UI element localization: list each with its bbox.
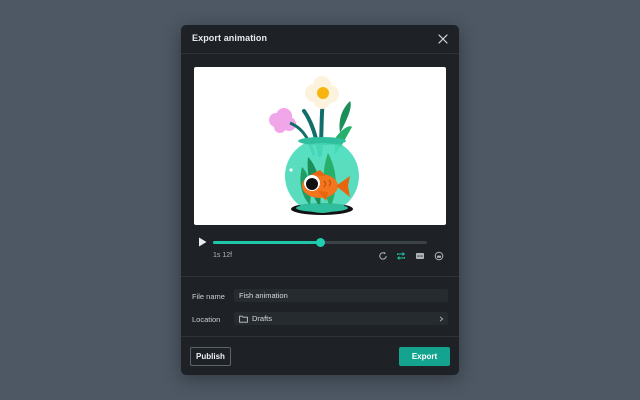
footer-divider — [181, 336, 459, 337]
timeline-scrubber[interactable] — [213, 238, 427, 247]
location-label: Location — [192, 315, 221, 324]
replay-button[interactable] — [378, 251, 388, 261]
animation-preview — [194, 67, 446, 225]
fish-bowl-illustration — [269, 76, 359, 215]
subtitles-button[interactable] — [415, 251, 425, 261]
file-name-label: File name — [192, 292, 225, 301]
play-icon — [198, 237, 206, 247]
subtitles-icon — [416, 253, 424, 259]
location-select[interactable]: Drafts — [234, 312, 448, 325]
publish-button[interactable]: Publish — [190, 347, 231, 366]
dialog-title: Export animation — [192, 33, 268, 43]
export-dialog: Export animation 1s 12f File name Fish a… — [181, 25, 459, 375]
timeline-progress — [213, 241, 320, 244]
chevron-right-icon — [439, 316, 444, 322]
timeline-handle[interactable] — [315, 238, 325, 247]
file-name-value: Fish animation — [239, 291, 288, 300]
time-readout: 1s 12f — [213, 252, 233, 259]
loop-icon — [397, 252, 405, 260]
export-button[interactable]: Export — [399, 347, 450, 366]
loop-button[interactable] — [396, 251, 406, 261]
folder-icon — [239, 315, 248, 323]
file-name-input[interactable]: Fish animation — [234, 289, 448, 302]
section-divider — [181, 276, 459, 277]
audio-icon — [434, 251, 444, 261]
audio-button[interactable] — [434, 251, 444, 261]
close-button[interactable] — [436, 32, 450, 46]
dialog-header: Export animation — [181, 25, 459, 54]
close-icon — [438, 34, 448, 44]
play-button[interactable] — [196, 236, 208, 248]
location-value: Drafts — [252, 314, 273, 323]
replay-icon — [379, 251, 387, 260]
